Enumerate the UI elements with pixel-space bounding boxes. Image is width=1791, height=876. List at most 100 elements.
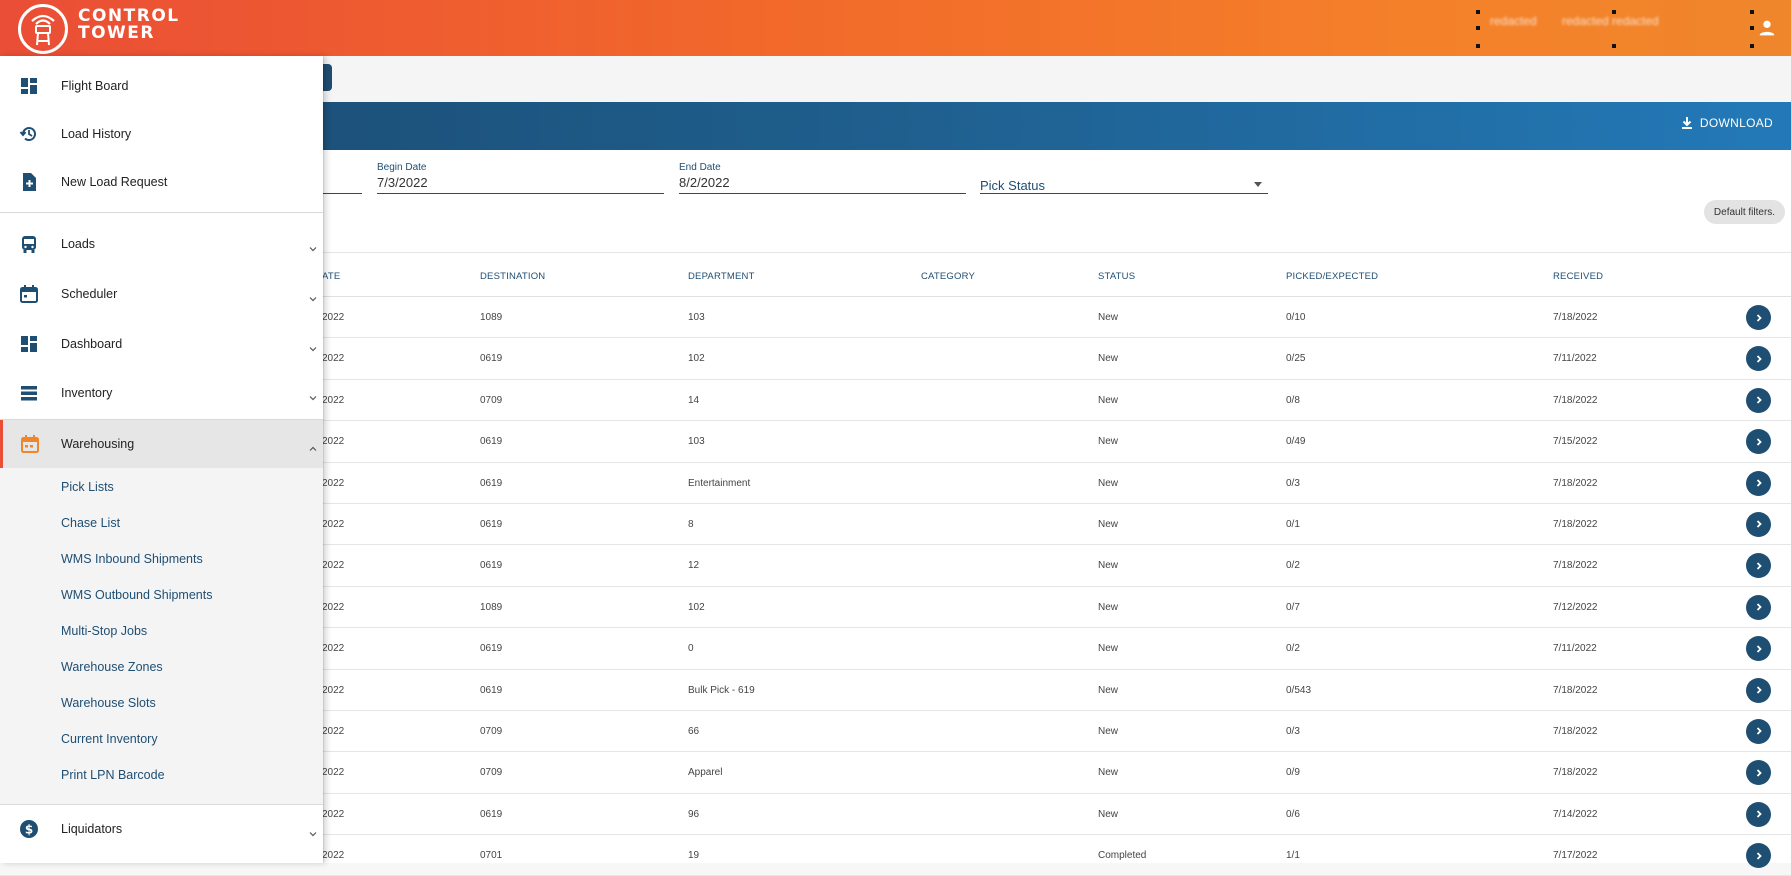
chevron-right-icon: [1756, 313, 1762, 322]
cell-received: 7/18/2022: [1553, 725, 1598, 737]
row-open-button[interactable]: [1746, 470, 1771, 496]
cell-received: 7/18/2022: [1553, 560, 1598, 572]
cell-status: New: [1098, 312, 1119, 323]
cell-department: 8: [688, 518, 694, 530]
chevron-right-icon: [1756, 479, 1762, 487]
column-header[interactable]: DEPARTMENT: [688, 271, 755, 282]
chevron-down-icon: [309, 340, 317, 352]
submenu-item-wms-outbound-shipments[interactable]: WMS Outbound Shipments: [61, 588, 212, 602]
history-icon: [19, 124, 39, 144]
cell-picked: 0/7: [1286, 601, 1300, 613]
calendar-icon: [19, 284, 39, 304]
nav-section-inventory[interactable]: Inventory: [0, 369, 323, 417]
submenu-item-multi-stop-jobs[interactable]: Multi-Stop Jobs: [61, 624, 147, 638]
cell-department: 12: [688, 560, 700, 572]
column-header[interactable]: CATEGORY: [921, 271, 975, 282]
chevron-down-icon: [309, 240, 317, 252]
cell-date: 2022: [322, 684, 345, 696]
selection-handle: [1750, 44, 1754, 48]
cell-received: 7/14/2022: [1553, 808, 1598, 820]
column-header[interactable]: ATE: [322, 271, 340, 282]
chevron-right-icon: [1756, 520, 1762, 529]
bus-icon: [19, 234, 39, 254]
row-open-button[interactable]: [1746, 305, 1771, 330]
cell-status: New: [1098, 353, 1119, 365]
drawer-divider: [0, 419, 323, 420]
cell-department: 102: [688, 601, 705, 613]
cell-status: New: [1098, 725, 1119, 737]
row-open-button[interactable]: [1746, 511, 1771, 537]
column-header[interactable]: RECEIVED: [1553, 271, 1603, 282]
end-date-value: 8/2/2022: [679, 175, 730, 190]
submenu-item-current-inventory[interactable]: Current Inventory: [61, 732, 158, 746]
submenu-item-pick-lists[interactable]: Pick Lists: [61, 480, 114, 494]
cell-received: 7/11/2022: [1553, 353, 1597, 365]
begin-date-value: 7/3/2022: [377, 175, 428, 190]
begin-date-field[interactable]: Begin Date 7/3/2022: [377, 162, 664, 194]
cell-date: 2022: [322, 767, 345, 779]
nav-item-flight-board[interactable]: Flight Board: [0, 62, 323, 110]
cell-status: New: [1098, 518, 1119, 530]
dropdown-arrow-icon: [1254, 182, 1262, 187]
row-open-button[interactable]: [1746, 801, 1771, 827]
row-open-button[interactable]: [1746, 429, 1771, 455]
nav-section-dashboard[interactable]: Dashboard: [0, 320, 323, 368]
drawer-divider: [0, 804, 323, 805]
column-header[interactable]: DESTINATION: [480, 271, 545, 282]
cell-date: 2022: [322, 725, 345, 737]
nav-item-label: Dashboard: [61, 337, 123, 351]
row-open-button[interactable]: [1746, 677, 1771, 703]
selection-handle: [1612, 10, 1616, 14]
nav-item-new-load-request[interactable]: New Load Request: [0, 158, 323, 206]
chevron-right-icon: [1756, 355, 1762, 363]
cell-received: 7/18/2022: [1553, 312, 1598, 323]
end-date-field[interactable]: End Date 8/2/2022: [679, 162, 966, 194]
cell-department: 66: [688, 725, 700, 737]
selection-handle: [1612, 44, 1616, 48]
selection-handle: [1476, 10, 1480, 14]
row-open-button[interactable]: [1746, 346, 1771, 372]
submenu-item-print-lpn-barcode[interactable]: Print LPN Barcode: [61, 768, 165, 782]
submenu-item-chase-list[interactable]: Chase List: [61, 516, 120, 530]
default-filters-chip[interactable]: Default filters.: [1704, 200, 1785, 224]
row-open-button[interactable]: [1746, 387, 1771, 413]
chevron-right-icon: [1756, 396, 1762, 404]
selection-handle: [1476, 26, 1480, 30]
account-icon[interactable]: [1756, 17, 1778, 39]
row-open-button[interactable]: [1746, 760, 1771, 786]
cell-status: New: [1098, 601, 1119, 613]
control-tower-logo-icon[interactable]: [18, 4, 68, 54]
nav-section-liquidators[interactable]: $ Liquidators: [0, 805, 323, 853]
cell-picked: 1/1: [1286, 850, 1300, 862]
chevron-right-icon: [1756, 851, 1762, 860]
cell-status: Completed: [1098, 850, 1147, 862]
row-open-button[interactable]: [1746, 636, 1771, 662]
nav-item-label: Warehousing: [61, 437, 135, 451]
nav-section-loads[interactable]: Loads: [0, 220, 323, 268]
nav-section-scheduler[interactable]: Scheduler: [0, 270, 323, 318]
download-icon: [1681, 117, 1692, 129]
user-name-blurred: redacted: [1490, 14, 1537, 28]
cell-date: 2022: [322, 601, 345, 613]
download-button[interactable]: DOWNLOAD: [1680, 116, 1773, 130]
pick-status-select[interactable]: Pick Status: [980, 162, 1268, 194]
row-open-button[interactable]: [1746, 718, 1771, 744]
column-header[interactable]: PICKED/EXPECTED: [1286, 271, 1378, 282]
submenu-item-warehouse-slots[interactable]: Warehouse Slots: [61, 696, 156, 710]
submenu-item-wms-inbound-shipments[interactable]: WMS Inbound Shipments: [61, 552, 203, 566]
nav-section-warehousing[interactable]: Warehousing: [0, 420, 323, 468]
dashboard-icon: [19, 76, 39, 96]
user-org-blurred: redacted redacted: [1562, 14, 1659, 28]
cell-received: 7/18/2022: [1553, 477, 1598, 489]
column-header[interactable]: STATUS: [1098, 271, 1135, 282]
row-open-button[interactable]: [1746, 843, 1771, 869]
chevron-right-icon: [1756, 603, 1762, 611]
nav-item-load-history[interactable]: Load History: [0, 110, 323, 158]
cell-status: New: [1098, 394, 1119, 406]
row-open-button[interactable]: [1746, 553, 1771, 579]
submenu-item-warehouse-zones[interactable]: Warehouse Zones: [61, 660, 163, 674]
cell-destination: 0709: [480, 725, 503, 737]
nav-item-label: Liquidators: [61, 822, 123, 836]
cell-date: 2022: [322, 560, 345, 572]
row-open-button[interactable]: [1746, 594, 1771, 620]
